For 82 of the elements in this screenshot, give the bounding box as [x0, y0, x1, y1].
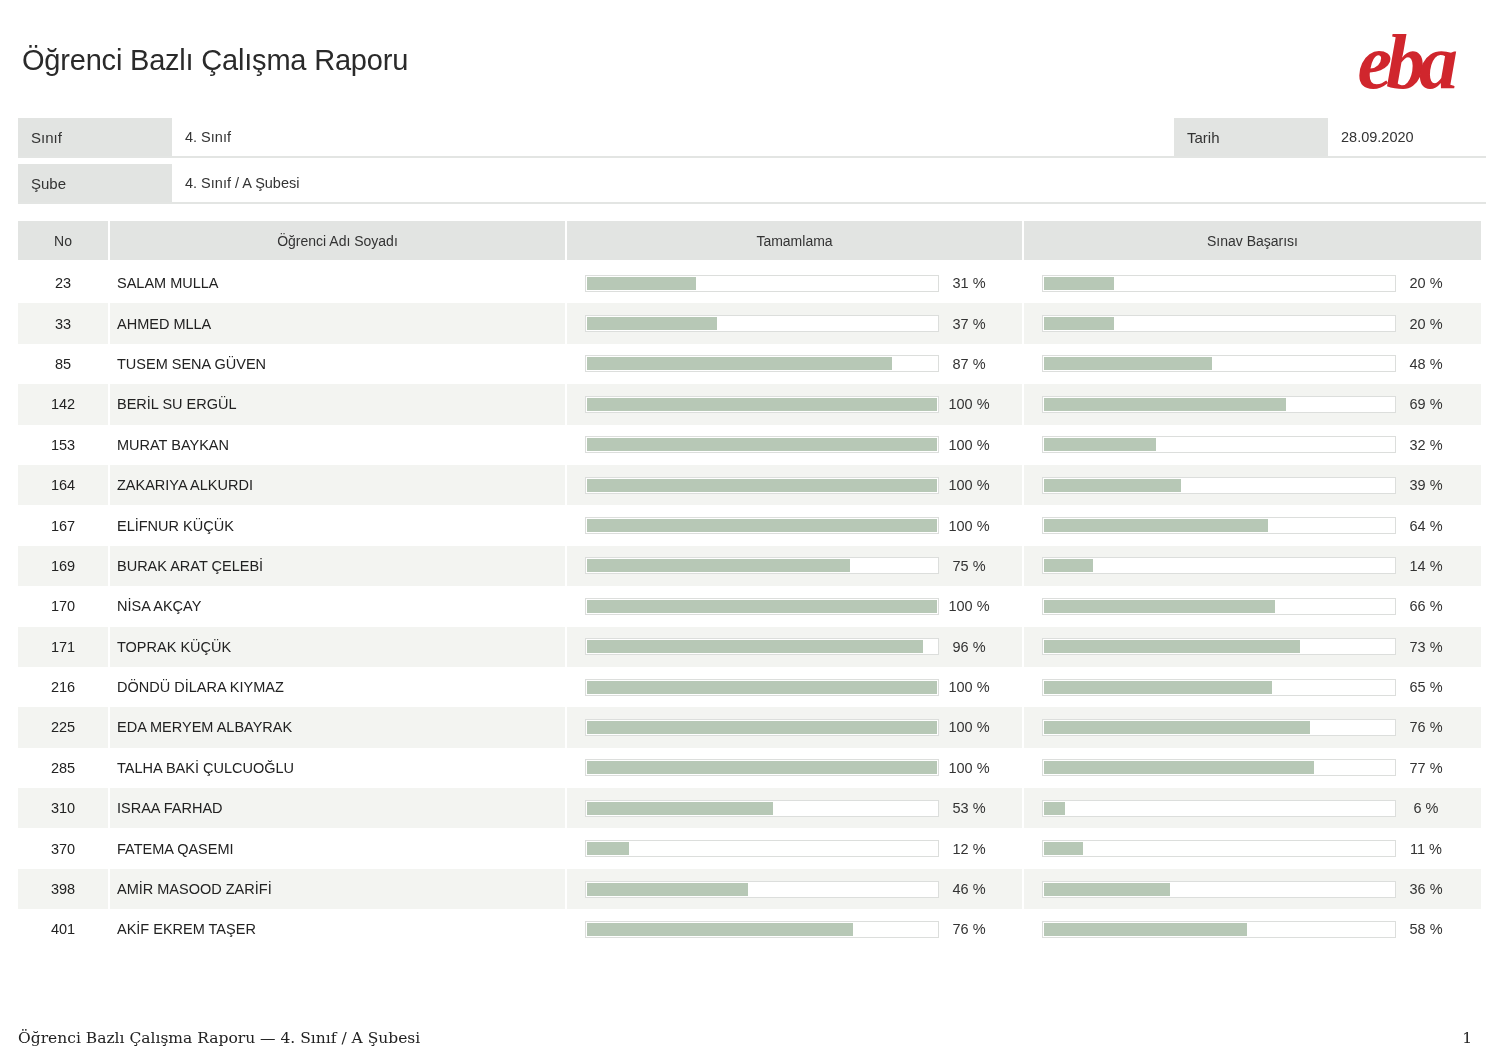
percent-value: 20 % — [1408, 315, 1444, 332]
table-cell-text: MURAT BAYKAN — [116, 435, 230, 455]
table-cell: ZAKARIYA ALKURDI — [110, 464, 565, 506]
table-cell: AMİR MASOOD ZARİFİ — [110, 868, 565, 910]
table-cell: 310 — [18, 788, 108, 829]
table-cell-text: 85 — [53, 354, 73, 374]
table-cell-text: 401 — [49, 920, 77, 940]
table-cell-text: TUSEM SENA GÜVEN — [116, 354, 268, 374]
percent-value: 69 % — [1408, 396, 1444, 413]
table-cell-text: 153 — [49, 435, 77, 455]
info-label: Tarih — [1174, 118, 1328, 156]
column-header: Tamamlama — [567, 221, 1022, 260]
table-cell: ISRAA FARHAD — [110, 788, 565, 829]
table-cell: 164 — [18, 464, 108, 506]
column-header: Öğrenci Adı Soyadı — [110, 221, 565, 260]
percent-value: 96 % — [951, 638, 987, 655]
table-cell: 33 — [18, 303, 108, 344]
percent-value: 75 % — [951, 557, 987, 574]
percent-value: 76 % — [1408, 719, 1444, 736]
table-cell: BERİL SU ERGÜL — [110, 384, 565, 425]
percent-value: 100 % — [947, 517, 991, 534]
percent-value: 11 % — [1409, 840, 1443, 857]
table-cell: 169 — [18, 545, 108, 587]
percent-value: 36 % — [1408, 881, 1444, 898]
column-header: Sınav Başarısı — [1024, 221, 1481, 260]
info-label: Sınıf — [18, 118, 172, 156]
percent-value: 31 % — [951, 275, 987, 292]
table-cell-text: TALHA BAKİ ÇULCUOĞLU — [116, 758, 295, 778]
table-cell-text: 23 — [53, 274, 73, 294]
percent-value: 20 % — [1408, 275, 1444, 292]
table-cell-text: FATEMA QASEMI — [116, 839, 235, 859]
percent-value: 39 % — [1408, 477, 1444, 494]
table-cell-text: 216 — [49, 678, 77, 698]
info-value: 4. Sınıf / A Şubesi — [184, 174, 301, 193]
table-cell-text: 167 — [49, 516, 77, 536]
percent-value: 100 % — [947, 436, 991, 453]
table-cell-text: SALAM MULLA — [116, 274, 220, 294]
percent-value: 48 % — [1408, 355, 1444, 372]
table-cell-text: 170 — [49, 597, 77, 617]
table-cell: 142 — [18, 384, 108, 425]
table-cell: 225 — [18, 707, 108, 748]
percent-value: 64 % — [1408, 517, 1444, 534]
info-label: Şube — [18, 164, 172, 202]
percent-value: 12 % — [951, 840, 987, 857]
logo: eba — [1357, 22, 1452, 102]
table-cell: 171 — [18, 626, 108, 667]
table-cell: 398 — [18, 868, 108, 910]
column-header: No — [18, 221, 108, 260]
table-cell-text: NİSA AKÇAY — [116, 597, 203, 617]
table-cell-text: AKİF EKREM TAŞER — [116, 920, 257, 940]
table-cell-text: DÖNDÜ DİLARA KIYMAZ — [116, 678, 285, 698]
percent-value: 53 % — [951, 800, 987, 817]
footer-text: Öğrenci Bazlı Çalışma Raporu — 4. Sınıf / A Şubesi — [18, 1029, 421, 1047]
percent-value: 87 % — [951, 355, 987, 372]
table-cell-text: ELİFNUR KÜÇÜK — [116, 516, 235, 536]
table-cell: BURAK ARAT ÇELEBİ — [110, 545, 565, 587]
table-cell: EDA MERYEM ALBAYRAK — [110, 707, 565, 748]
table-cell-text: 370 — [49, 839, 77, 859]
percent-value: 100 % — [947, 598, 991, 615]
percent-value: 77 % — [1408, 759, 1444, 776]
percent-value: 100 % — [947, 719, 991, 736]
percent-value: 100 % — [947, 679, 991, 696]
table-cell: AHMED MLLA — [110, 303, 565, 344]
info-value: 4. Sınıf — [184, 128, 232, 147]
percent-value: 58 % — [1408, 921, 1444, 938]
report-title: Öğrenci Bazlı Çalışma Raporu — [22, 44, 409, 77]
percent-value: 65 % — [1408, 679, 1444, 696]
percent-value: 46 % — [951, 881, 987, 898]
table-cell-text: 285 — [49, 758, 77, 778]
percent-value: 100 % — [947, 477, 991, 494]
percent-value: 37 % — [951, 315, 987, 332]
percent-value: 32 % — [1408, 436, 1444, 453]
percent-value: 100 % — [947, 396, 991, 413]
page-number: 1 — [1462, 1029, 1472, 1047]
info-value: 28.09.2020 — [1340, 128, 1415, 147]
percent-value: 73 % — [1408, 638, 1444, 655]
table-cell: TOPRAK KÜÇÜK — [110, 626, 565, 667]
percent-value: 66 % — [1408, 598, 1444, 615]
percent-value: 6 % — [1412, 800, 1440, 817]
percent-value: 100 % — [947, 759, 991, 776]
percent-value: 14 % — [1408, 557, 1444, 574]
percent-value: 76 % — [951, 921, 987, 938]
